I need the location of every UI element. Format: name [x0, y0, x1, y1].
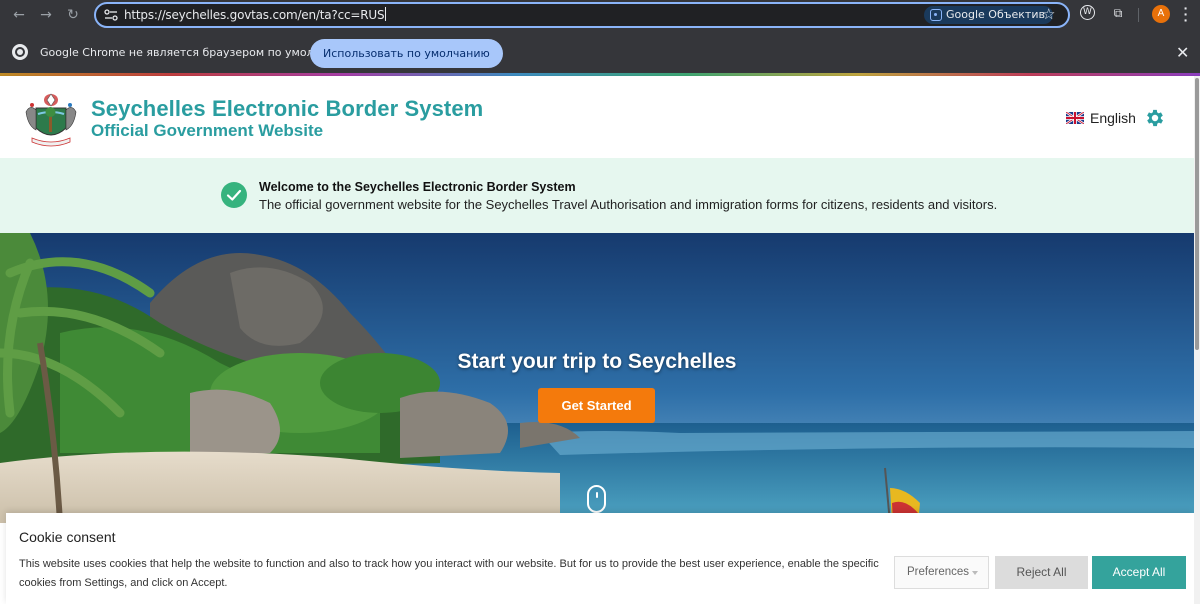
scroll-mouse-icon[interactable]: [587, 485, 606, 513]
hero-beach-image: [0, 233, 1194, 523]
welcome-banner: Welcome to the Seychelles Electronic Bor…: [0, 158, 1194, 233]
get-started-button[interactable]: Get Started: [538, 388, 655, 423]
browser-toolbar: ← → ↻ https://seychelles.govtas.com/en/t…: [0, 0, 1200, 30]
reload-icon[interactable]: ↻: [62, 4, 84, 26]
cookie-text: This website uses cookies that help the …: [19, 558, 879, 589]
lens-label: Google Объектив: [946, 8, 1045, 21]
back-icon[interactable]: ←: [8, 4, 30, 26]
page-scrollbar[interactable]: [1194, 76, 1200, 604]
check-circle-icon: [221, 182, 247, 208]
language-label: English: [1090, 110, 1136, 126]
toolbar-separator: [1138, 8, 1139, 22]
reject-all-button[interactable]: Reject All: [995, 556, 1088, 589]
profile-avatar[interactable]: A: [1152, 5, 1170, 23]
extension-icon[interactable]: W: [1080, 5, 1095, 20]
google-lens-button[interactable]: Google Объектив: [924, 6, 1053, 24]
set-default-button[interactable]: Использовать по умолчанию: [310, 39, 503, 68]
site-title[interactable]: Seychelles Electronic Border System: [91, 96, 483, 122]
default-browser-infobar: Google Chrome не является браузером по у…: [0, 30, 1200, 75]
extensions-puzzle-icon[interactable]: ⧉: [1110, 5, 1126, 21]
site-info-icon[interactable]: [104, 8, 118, 22]
settings-gear-icon[interactable]: [1144, 107, 1166, 129]
lens-icon: [930, 9, 942, 21]
uk-flag-icon: [1066, 112, 1084, 124]
banner-title: Welcome to the Seychelles Electronic Bor…: [259, 180, 576, 194]
hero-section: Start your trip to Seychelles Get Starte…: [0, 233, 1194, 523]
cookie-title: Cookie consent: [19, 529, 116, 545]
accept-all-button[interactable]: Accept All: [1092, 556, 1186, 589]
menu-kebab-icon[interactable]: · · ·: [1180, 1, 1192, 27]
language-selector[interactable]: English: [1066, 110, 1136, 126]
preferences-label: Preferences: [907, 566, 970, 578]
close-icon[interactable]: ✕: [1176, 43, 1189, 62]
chevron-down-icon: [972, 571, 978, 575]
site-header: Seychelles Electronic Border System Offi…: [0, 76, 1194, 158]
banner-text: The official government website for the …: [259, 197, 998, 212]
hero-title: Start your trip to Seychelles: [457, 350, 737, 373]
cookie-consent-panel: Cookie consent This website uses cookies…: [6, 513, 1194, 604]
preferences-button[interactable]: Preferences: [894, 556, 989, 589]
address-bar[interactable]: https://seychelles.govtas.com/en/ta?cc=R…: [94, 2, 1070, 28]
forward-icon[interactable]: →: [35, 4, 57, 26]
infobar-message: Google Chrome не является браузером по у…: [40, 46, 354, 59]
site-subtitle: Official Government Website: [91, 121, 324, 140]
coat-of-arms-logo[interactable]: [24, 90, 78, 148]
chrome-logo-icon: [12, 44, 28, 60]
scrollbar-thumb[interactable]: [1195, 78, 1199, 350]
page-viewport: Seychelles Electronic Border System Offi…: [0, 76, 1200, 604]
bookmark-star-icon[interactable]: ☆: [1042, 5, 1055, 23]
url-text[interactable]: https://seychelles.govtas.com/en/ta?cc=R…: [124, 7, 387, 22]
